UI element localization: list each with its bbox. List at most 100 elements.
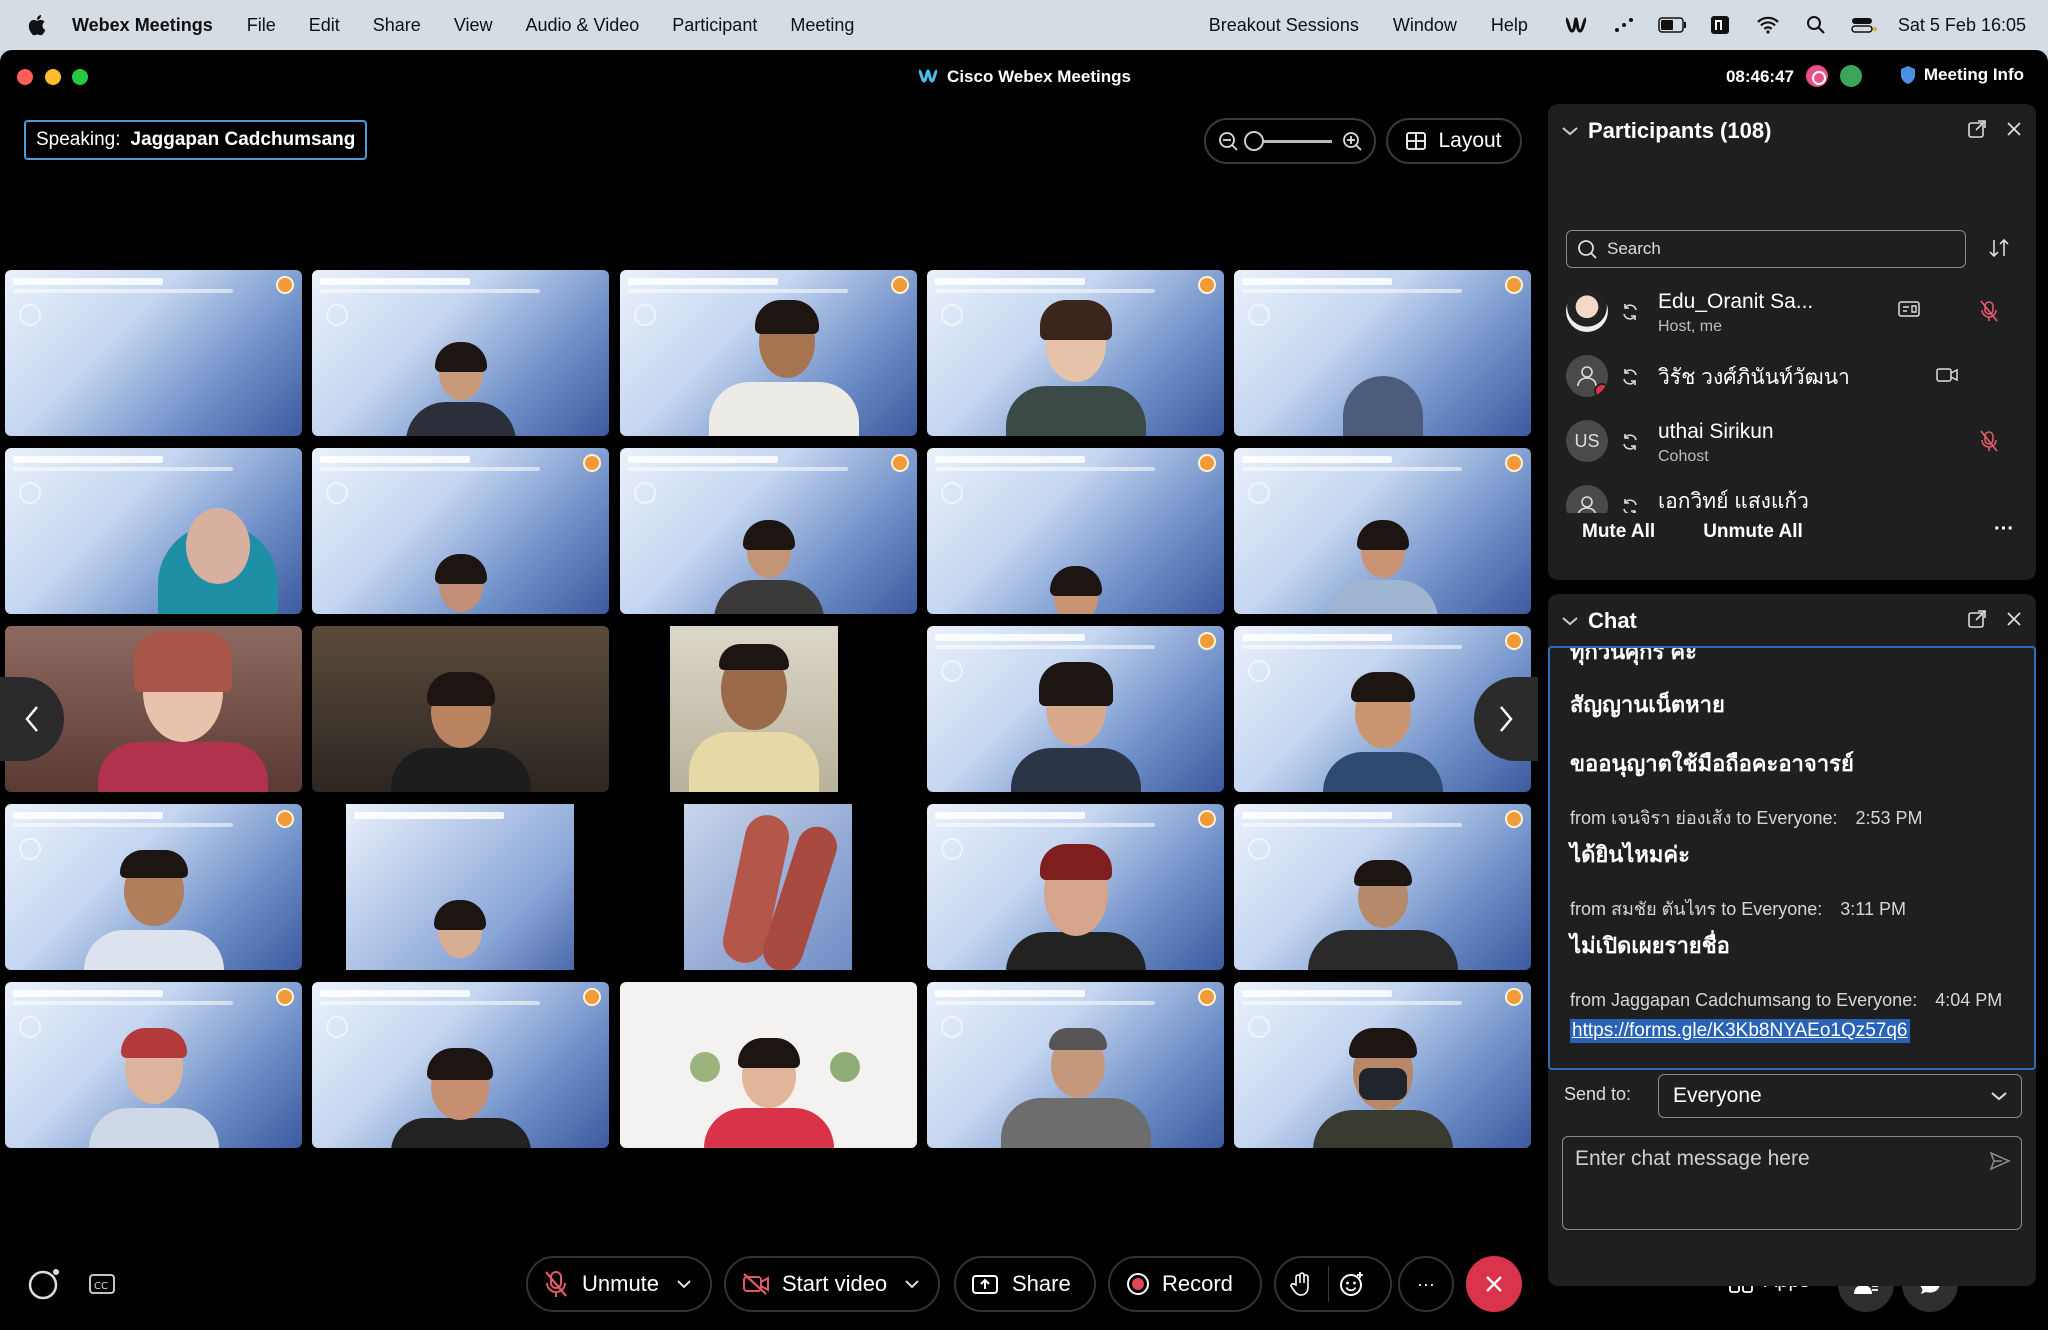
menu-audio-video[interactable]: Audio & Video <box>526 15 640 36</box>
menu-edit[interactable]: Edit <box>309 15 340 36</box>
chat-message: ได้ยินไหมค่ะ <box>1570 842 1690 867</box>
participants-panel-header[interactable]: Participants (108) <box>1562 118 1771 144</box>
video-zoom-control[interactable] <box>1204 118 1376 164</box>
leave-meeting-button[interactable] <box>1466 1256 1522 1312</box>
participants-more-button[interactable]: ··· <box>1994 518 2014 541</box>
send-to-label: Send to: <box>1564 1084 1632 1104</box>
close-icon[interactable] <box>2006 611 2022 627</box>
zoom-slider[interactable] <box>1244 130 1332 151</box>
send-icon[interactable] <box>1989 1151 2011 1171</box>
video-tile[interactable] <box>312 626 609 792</box>
video-tile[interactable] <box>5 982 302 1148</box>
menu-view[interactable]: View <box>454 15 493 36</box>
close-icon[interactable] <box>2006 121 2022 137</box>
reactions-emoji-icon[interactable] <box>1339 1271 1365 1297</box>
video-tile[interactable] <box>5 448 302 614</box>
share-button[interactable]: Share <box>954 1256 1096 1312</box>
unmute-button[interactable]: Unmute <box>526 1256 712 1312</box>
chevron-down-icon[interactable] <box>905 1279 919 1289</box>
activity-icon[interactable] <box>1610 13 1638 37</box>
app-status-icon[interactable] <box>1706 13 1734 37</box>
video-tile[interactable] <box>927 448 1224 614</box>
zoom-in-icon[interactable] <box>1342 131 1362 151</box>
video-tile[interactable] <box>620 982 917 1148</box>
wifi-icon[interactable] <box>1754 13 1782 37</box>
video-tile[interactable] <box>1234 804 1531 970</box>
chat-link[interactable]: https://forms.gle/K3Kb8NYAEo1Qz57q6 <box>1570 1019 1910 1043</box>
video-tile[interactable] <box>1234 270 1531 436</box>
meeting-info-button[interactable]: Meeting Info <box>1900 65 2024 85</box>
video-tile[interactable] <box>312 270 609 436</box>
more-options-button[interactable]: ··· <box>1398 1256 1454 1312</box>
network-health-icon[interactable] <box>1840 65 1862 87</box>
layout-button[interactable]: Layout <box>1386 118 1522 164</box>
mute-all-button[interactable]: Mute All <box>1582 521 1655 543</box>
menu-window[interactable]: Window <box>1393 15 1457 36</box>
battery-icon[interactable] <box>1658 13 1686 37</box>
menu-file[interactable]: File <box>247 15 276 36</box>
send-to-select[interactable]: Everyone <box>1658 1074 2022 1118</box>
participants-footer: Mute All Unmute All ··· <box>1548 512 2036 552</box>
control-center-icon[interactable] <box>1850 13 1878 37</box>
video-tile[interactable] <box>620 626 917 792</box>
menu-meeting[interactable]: Meeting <box>790 15 854 36</box>
app-menu[interactable]: Webex Meetings <box>72 15 213 36</box>
closed-captions-button[interactable]: CC <box>74 1256 130 1312</box>
video-tile[interactable] <box>5 804 302 970</box>
background-effects-button[interactable] <box>16 1256 72 1312</box>
chat-message-list[interactable]: ทุกวันศุกร์ ค่ะ สัญญานเน็ตหาย ขออนุญาตใช… <box>1548 646 2036 1070</box>
participant-row[interactable]: US uthai Sirikun Cohost <box>1566 414 2018 474</box>
video-tile[interactable] <box>620 270 917 436</box>
menubar-clock[interactable]: Sat 5 Feb 16:05 <box>1898 15 2026 36</box>
video-camera-icon[interactable] <box>1936 367 1958 383</box>
sort-icon[interactable] <box>1988 238 2010 258</box>
menu-help[interactable]: Help <box>1491 15 1528 36</box>
start-video-button[interactable]: Start video <box>724 1256 940 1312</box>
share-label: Share <box>1012 1271 1071 1296</box>
video-tile[interactable] <box>927 270 1224 436</box>
spotlight-search-icon[interactable] <box>1802 13 1830 37</box>
chat-message: ขออนุญาตใช้มือถือคะอาจารย์ <box>1570 751 1854 776</box>
video-tile[interactable] <box>312 448 609 614</box>
chevron-down-icon[interactable] <box>1562 126 1578 136</box>
recording-indicator-icon[interactable] <box>1806 65 1828 87</box>
video-tile[interactable] <box>927 804 1224 970</box>
video-tile[interactable] <box>312 804 609 970</box>
menu-breakout-sessions[interactable]: Breakout Sessions <box>1209 15 1359 36</box>
chat-message-input[interactable]: Enter chat message here <box>1562 1136 2022 1230</box>
apple-icon[interactable] <box>26 13 50 37</box>
chat-panel-header[interactable]: Chat <box>1562 608 1637 634</box>
video-tile[interactable] <box>927 626 1224 792</box>
chevron-down-icon[interactable] <box>677 1279 691 1289</box>
unmute-all-button[interactable]: Unmute All <box>1703 521 1803 543</box>
video-tile[interactable] <box>927 982 1224 1148</box>
video-tile[interactable] <box>620 448 917 614</box>
chat-input-placeholder: Enter chat message here <box>1575 1147 1810 1170</box>
participant-row[interactable]: Edu_Oranit Sa... Host, me <box>1566 284 2018 344</box>
menu-participant[interactable]: Participant <box>672 15 757 36</box>
zoom-slider-knob[interactable] <box>1244 130 1264 151</box>
zoom-out-icon[interactable] <box>1218 131 1238 151</box>
participant-search-input[interactable]: Search <box>1566 230 1966 268</box>
participant-row[interactable]: เอกวิทย์ แสงแก้ว <box>1566 479 2018 513</box>
chat-panel: Chat ทุกวันศุกร์ ค่ะ สัญญานเน็ตหาย ขออนุ… <box>1548 594 2036 1286</box>
raise-hand-icon[interactable] <box>1290 1271 1312 1297</box>
video-tile[interactable] <box>312 982 609 1148</box>
popout-icon[interactable] <box>1968 610 1986 628</box>
webex-status-icon[interactable] <box>1562 13 1590 37</box>
video-tile[interactable] <box>1234 448 1531 614</box>
share-screen-icon <box>972 1275 998 1294</box>
popout-icon[interactable] <box>1968 120 1986 138</box>
muted-microphone-icon[interactable] <box>1980 300 1998 322</box>
menu-share[interactable]: Share <box>373 15 421 36</box>
window-title-text: Cisco Webex Meetings <box>947 67 1131 86</box>
chevron-down-icon[interactable] <box>1562 616 1578 626</box>
participant-row[interactable]: วิรัช วงศ์ภินันท์วัฒนา <box>1566 349 2018 409</box>
video-tile[interactable] <box>5 270 302 436</box>
record-button[interactable]: Record <box>1108 1256 1262 1312</box>
muted-microphone-icon[interactable] <box>1980 430 1998 452</box>
avatar-initials: US <box>1574 430 1600 451</box>
video-tile[interactable] <box>1234 982 1531 1148</box>
video-tile[interactable] <box>620 804 917 970</box>
effects-ring-icon <box>28 1269 59 1300</box>
